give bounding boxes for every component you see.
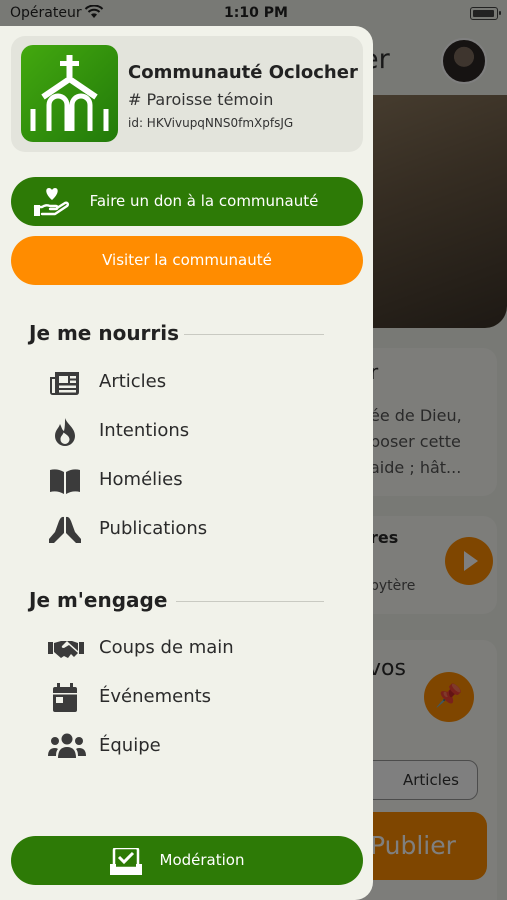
donate-button[interactable]: Faire un don à la communauté [11, 177, 363, 226]
calendar-icon [48, 683, 82, 713]
checkbox-tray-icon [109, 846, 143, 896]
divider [184, 334, 324, 335]
menu-item-coups-de-main[interactable]: Coups de main [48, 632, 348, 666]
status-bar: Opérateur 1:10 PM [0, 0, 507, 28]
community-name: Communauté Oclocher [128, 62, 358, 83]
divider [176, 601, 324, 602]
menu-item-evenements[interactable]: Événements [48, 681, 348, 715]
heart-hand-icon [33, 185, 71, 237]
menu-item-label: Coups de main [99, 637, 234, 658]
moderation-label: Modération [159, 851, 245, 869]
donate-label: Faire un don à la communauté [89, 192, 319, 210]
menu-item-equipe[interactable]: Équipe [48, 730, 348, 764]
newspaper-icon [48, 368, 82, 398]
battery-icon [470, 7, 501, 20]
team-icon [48, 732, 86, 762]
navigation-drawer: Communauté Oclocher # Paroisse témoin id… [0, 26, 373, 900]
menu-item-publications[interactable]: Publications [48, 513, 348, 547]
menu-item-label: Intentions [99, 420, 190, 441]
scroll-fade [0, 796, 373, 826]
menu-item-articles[interactable]: Articles [48, 366, 348, 400]
praying-hands-icon [48, 515, 82, 545]
book-icon [48, 466, 82, 496]
visit-community-button[interactable]: Visiter la communauté [11, 236, 363, 285]
section-title-nourish: Je me nourris [29, 321, 180, 345]
church-logo-icon [21, 45, 118, 142]
menu-item-label: Homélies [99, 469, 183, 490]
wifi-icon [84, 4, 104, 23]
menu-item-label: Événements [99, 686, 212, 707]
handshake-icon [48, 634, 84, 664]
moderation-button[interactable]: Modération [11, 836, 363, 885]
section-title-engage: Je m'engage [29, 588, 168, 612]
clock: 1:10 PM [224, 5, 288, 21]
menu-item-label: Publications [99, 518, 208, 539]
carrier-label: Opérateur [10, 5, 82, 21]
flame-icon [48, 417, 82, 447]
community-id: id: HKVivupqNNS0fmXpfsJG [128, 116, 294, 130]
menu-item-homelies[interactable]: Homélies [48, 464, 348, 498]
menu-item-label: Articles [99, 371, 167, 392]
menu-item-label: Équipe [99, 735, 161, 756]
menu-item-intentions[interactable]: Intentions [48, 415, 348, 449]
community-type: # Paroisse témoin [128, 90, 274, 109]
community-header[interactable]: Communauté Oclocher # Paroisse témoin id… [11, 36, 363, 152]
